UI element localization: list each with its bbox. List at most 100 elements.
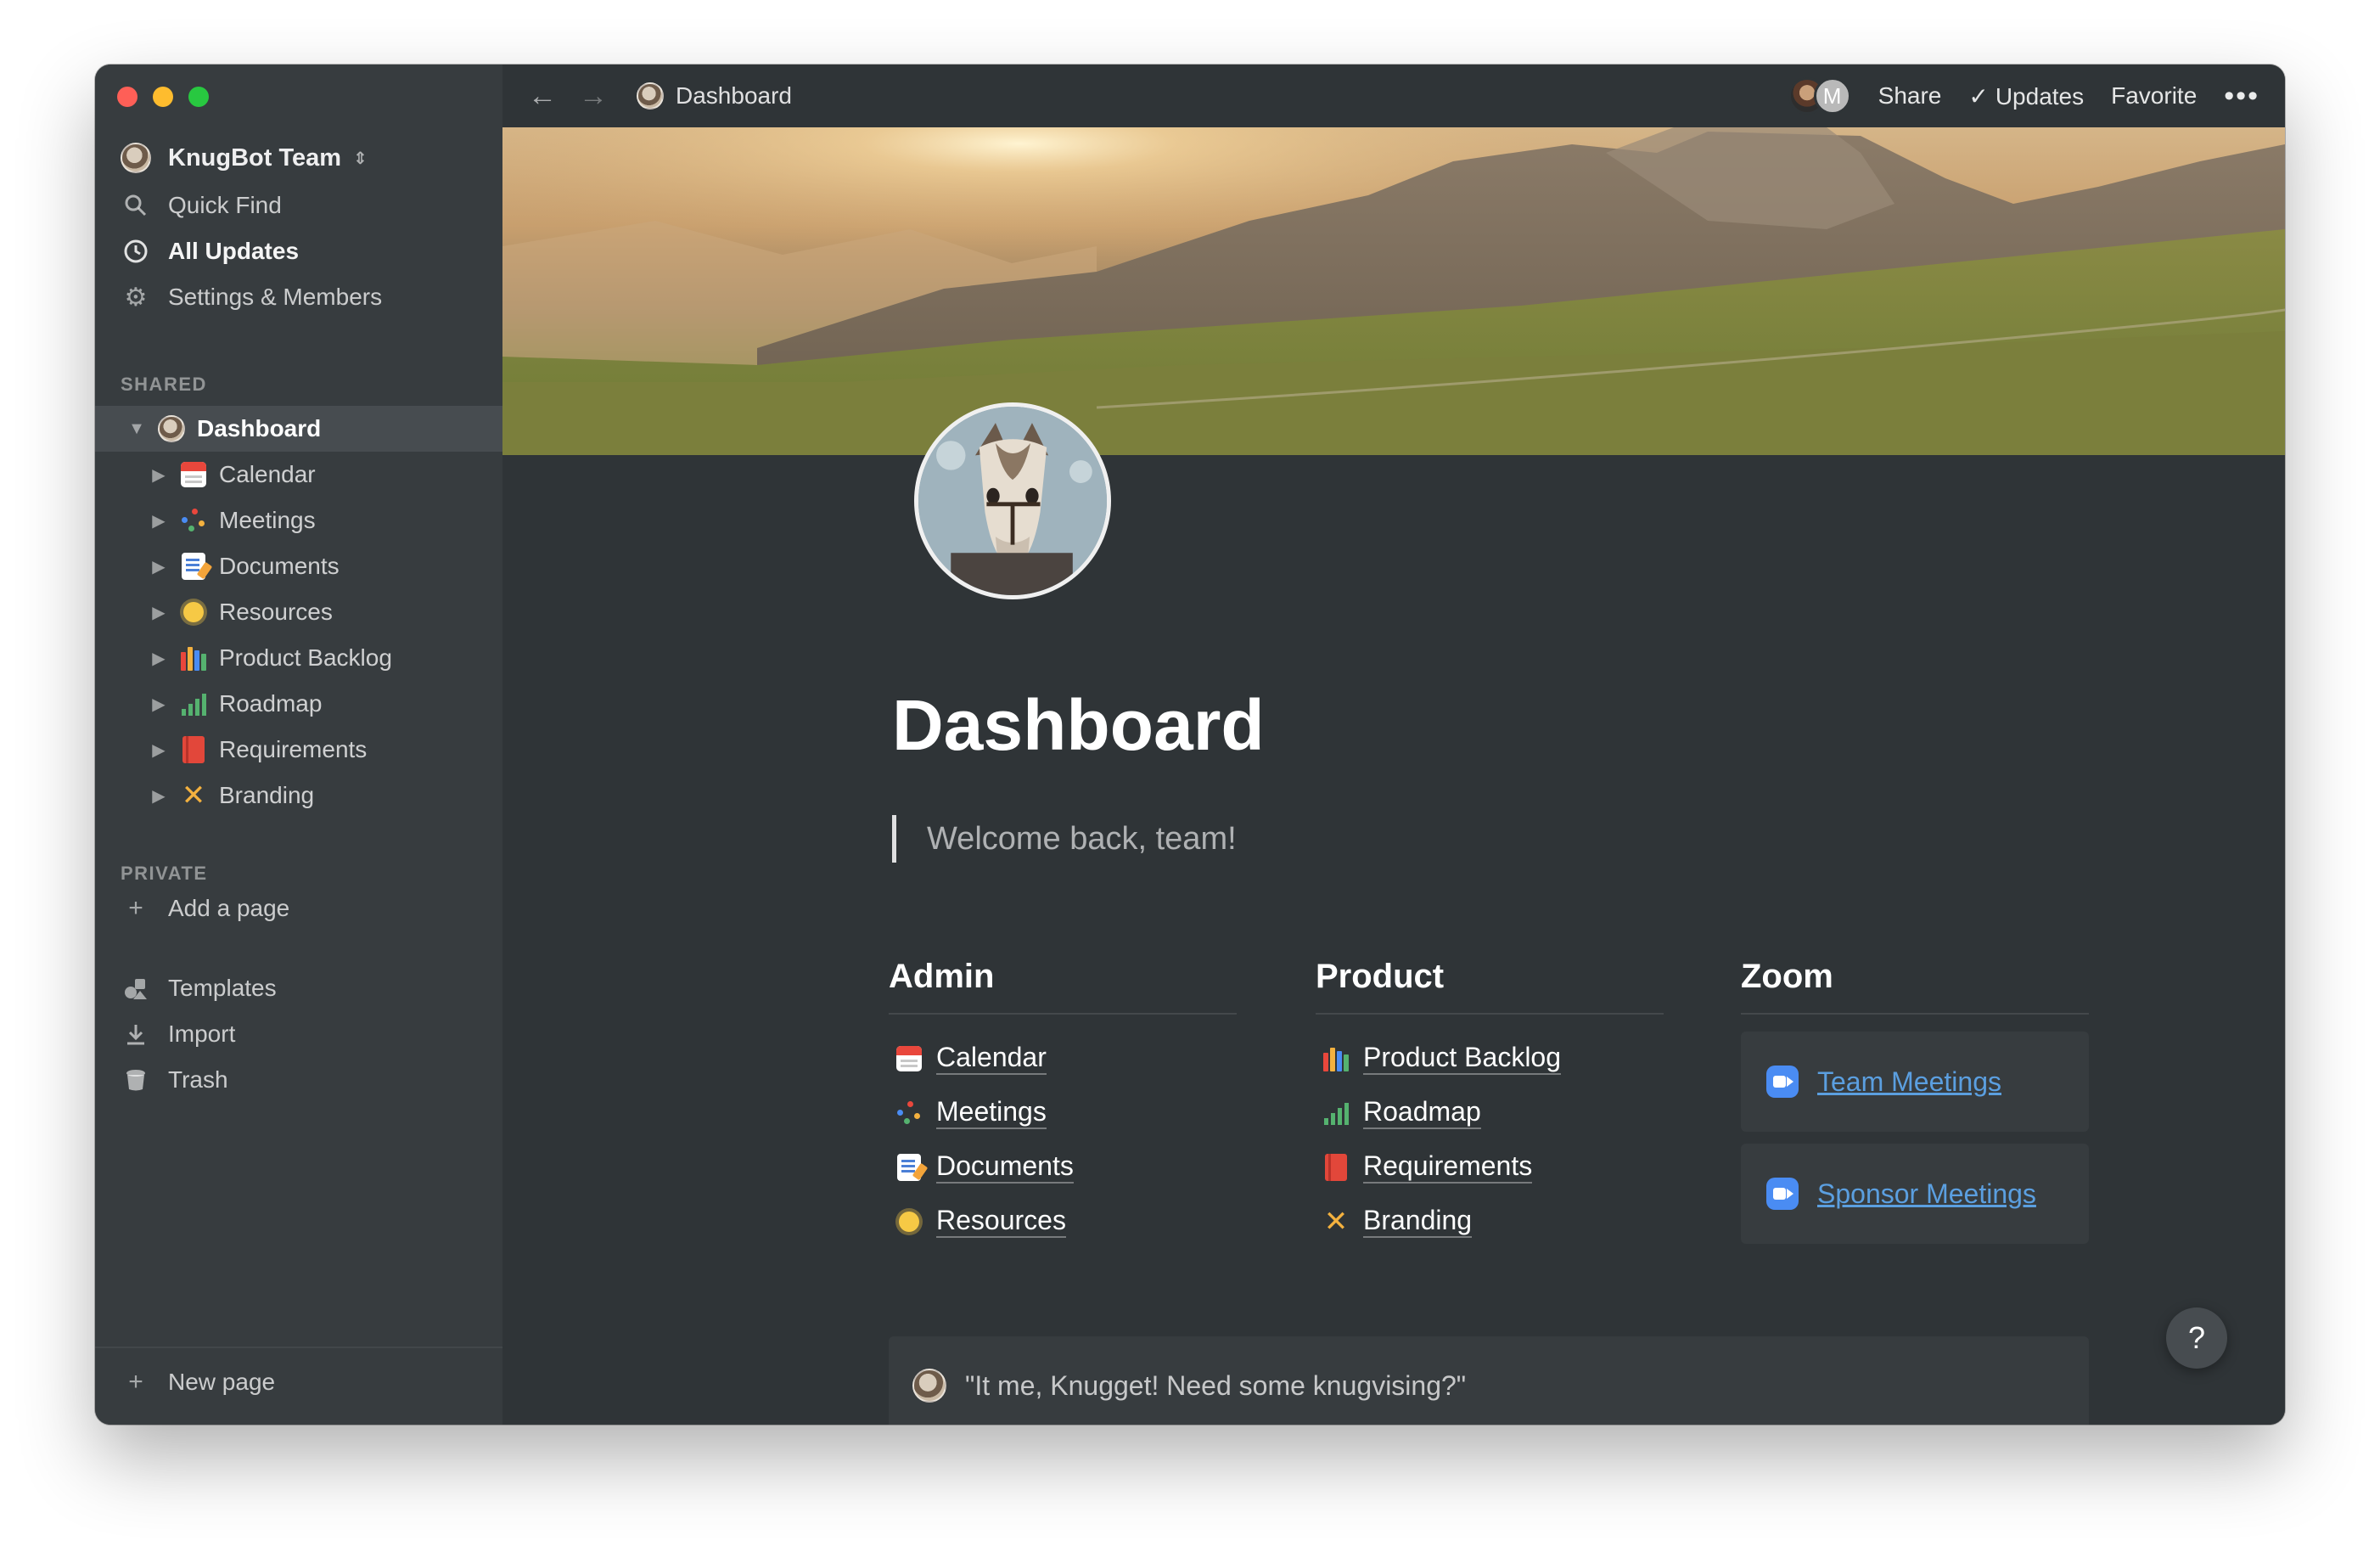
- sidebar-page-label: Requirements: [219, 736, 368, 762]
- link-documents[interactable]: Documents: [889, 1140, 1237, 1195]
- zoom-window-button[interactable]: [188, 87, 209, 107]
- sidebar-page-requirements[interactable]: ▶ Requirements: [95, 727, 502, 773]
- link-resources[interactable]: Resources: [889, 1195, 1237, 1249]
- memo-icon: [178, 551, 209, 582]
- caret-right-icon[interactable]: ▶: [148, 739, 170, 761]
- caret-down-icon[interactable]: ▼: [126, 419, 148, 439]
- sun-icon: [894, 1206, 924, 1237]
- caret-right-icon[interactable]: ▶: [148, 694, 170, 715]
- sparkle-dots-icon: [178, 505, 209, 536]
- updates-label: Updates: [1995, 82, 2085, 110]
- sidebar-item-quick-find[interactable]: Quick Find: [121, 190, 282, 221]
- crossed-tools-icon: ✕: [1323, 1206, 1349, 1238]
- more-options-icon[interactable]: •••: [2224, 80, 2259, 113]
- cover-image[interactable]: [502, 127, 2285, 455]
- caret-right-icon[interactable]: ▶: [148, 556, 170, 577]
- download-icon: [121, 1019, 151, 1049]
- sidebar-page-documents[interactable]: ▶ Documents: [95, 543, 502, 589]
- caret-right-icon[interactable]: ▶: [148, 602, 170, 623]
- search-icon: [121, 190, 151, 221]
- product-heading: Product: [1316, 958, 1664, 1015]
- sidebar-item-import[interactable]: Import: [121, 1019, 235, 1049]
- shapes-icon: [121, 973, 151, 1004]
- calendar-icon: [894, 1043, 924, 1074]
- workspace-switcher[interactable]: KnugBot Team ⇕: [121, 143, 368, 173]
- help-button[interactable]: ?: [2166, 1307, 2227, 1369]
- caret-right-icon[interactable]: ▶: [148, 464, 170, 486]
- sidebar-page-product-backlog[interactable]: ▶ Product Backlog: [95, 635, 502, 681]
- page-content: Dashboard Welcome back, team! Admin Cale…: [502, 455, 2285, 1425]
- zoom-bookmark-sponsor-meetings[interactable]: Sponsor Meetings: [1741, 1144, 2089, 1244]
- link-label: Product Backlog: [1363, 1043, 1562, 1075]
- favorite-button[interactable]: Favorite: [2111, 82, 2197, 110]
- link-label: Meetings: [936, 1097, 1047, 1129]
- sidebar-page-resources[interactable]: ▶ Resources: [95, 589, 502, 635]
- link-calendar[interactable]: Calendar: [889, 1032, 1237, 1086]
- breadcrumb[interactable]: Dashboard: [637, 82, 792, 110]
- sidebar-page-label: Roadmap: [219, 690, 323, 717]
- forward-arrow-icon[interactable]: →: [579, 80, 608, 113]
- link-branding[interactable]: ✕ Branding: [1316, 1195, 1664, 1249]
- admin-column: Admin Calendar Meetings Documents Resour…: [889, 958, 1237, 1249]
- sidebar-page-calendar[interactable]: ▶ Calendar: [95, 452, 502, 498]
- link-product-backlog[interactable]: Product Backlog: [1316, 1032, 1664, 1086]
- sidebar-item-settings[interactable]: ⚙ Settings & Members: [121, 282, 383, 312]
- page-icon-avatar[interactable]: [914, 402, 1111, 599]
- back-arrow-icon[interactable]: ←: [528, 80, 557, 113]
- sidebar-item-label: Quick Find: [168, 192, 282, 218]
- caret-right-icon[interactable]: ▶: [148, 785, 170, 807]
- sidebar-page-label: Meetings: [219, 507, 316, 533]
- updates-button[interactable]: ✓ Updates: [1968, 82, 2084, 110]
- welcome-quote[interactable]: Welcome back, team!: [892, 815, 1237, 863]
- clock-icon: [121, 236, 151, 267]
- collaborator-avatars[interactable]: M: [1788, 77, 1851, 115]
- app-window: KnugBot Team ⇕ Quick Find All Updates ⚙ …: [95, 65, 2285, 1425]
- gear-icon: ⚙: [124, 283, 148, 312]
- add-page-label: Add a page: [168, 895, 290, 921]
- window-controls: [117, 87, 209, 107]
- close-window-button[interactable]: [117, 87, 138, 107]
- sidebar-item-trash[interactable]: Trash: [121, 1065, 228, 1095]
- workspace-name: KnugBot Team: [168, 143, 342, 172]
- sidebar-item-templates[interactable]: Templates: [121, 973, 277, 1004]
- section-label-shared: SHARED: [121, 374, 207, 395]
- knugget-callout[interactable]: "It me, Knugget! Need some knugvising?": [889, 1336, 2089, 1425]
- plus-icon: +: [128, 1368, 143, 1396]
- sidebar-divider: [95, 1347, 502, 1348]
- breadcrumb-page: Dashboard: [676, 82, 792, 109]
- top-bar: ← → Dashboard M Share ✓ Updates Favorite …: [502, 65, 2285, 127]
- zoom-camera-icon: [1766, 1066, 1799, 1098]
- page-title[interactable]: Dashboard: [892, 684, 1265, 767]
- caret-right-icon[interactable]: ▶: [148, 648, 170, 669]
- product-column: Product Product Backlog Roadmap Requirem…: [1316, 958, 1664, 1249]
- sidebar-page-roadmap[interactable]: ▶ Roadmap: [95, 681, 502, 727]
- check-icon: ✓: [1968, 82, 1989, 110]
- section-label-private: PRIVATE: [121, 863, 208, 884]
- sidebar-page-dashboard[interactable]: ▼ Dashboard: [95, 406, 502, 452]
- sidebar-item-all-updates[interactable]: All Updates: [121, 236, 299, 267]
- link-meetings[interactable]: Meetings: [889, 1086, 1237, 1140]
- knugget-avatar-icon: [912, 1369, 946, 1403]
- link-roadmap[interactable]: Roadmap: [1316, 1086, 1664, 1140]
- sidebar-page-label: Branding: [219, 782, 315, 808]
- signal-bars-icon: [178, 689, 209, 719]
- new-page-label: New page: [168, 1369, 276, 1395]
- red-book-icon: [1321, 1152, 1351, 1183]
- link-requirements[interactable]: Requirements: [1316, 1140, 1664, 1195]
- new-page-button[interactable]: + New page: [121, 1367, 275, 1397]
- zoom-column: Zoom Team Meetings Sponsor Meetings: [1741, 958, 2089, 1256]
- sidebar-page-branding[interactable]: ▶ ✕ Branding: [95, 773, 502, 818]
- knugget-avatar-icon: [637, 82, 664, 110]
- zoom-camera-icon: [1766, 1178, 1799, 1210]
- sidebar: KnugBot Team ⇕ Quick Find All Updates ⚙ …: [95, 65, 502, 1425]
- sidebar-item-label: All Updates: [168, 238, 300, 264]
- zoom-link-label[interactable]: Team Meetings: [1817, 1066, 2001, 1098]
- zoom-bookmark-team-meetings[interactable]: Team Meetings: [1741, 1032, 2089, 1132]
- zoom-link-label[interactable]: Sponsor Meetings: [1817, 1178, 2036, 1210]
- link-label: Documents: [936, 1151, 1074, 1184]
- share-button[interactable]: Share: [1878, 82, 1942, 110]
- caret-right-icon[interactable]: ▶: [148, 510, 170, 531]
- minimize-window-button[interactable]: [153, 87, 173, 107]
- sidebar-page-meetings[interactable]: ▶ Meetings: [95, 498, 502, 543]
- add-page-button[interactable]: + Add a page: [121, 893, 289, 924]
